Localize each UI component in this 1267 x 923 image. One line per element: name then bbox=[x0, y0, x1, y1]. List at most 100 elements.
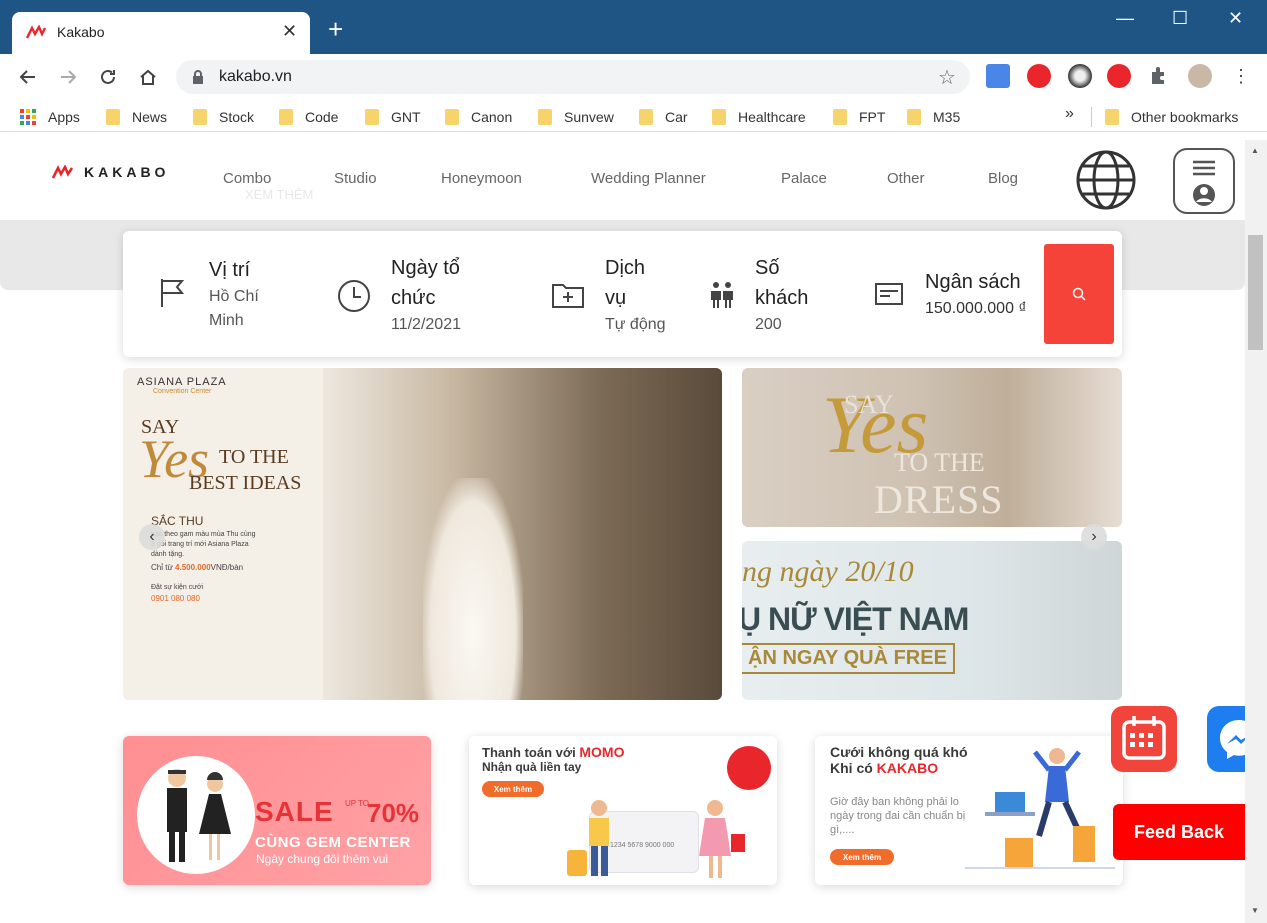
minimize-icon[interactable]: — bbox=[1116, 8, 1134, 29]
nav-palace[interactable]: Palace bbox=[781, 170, 827, 187]
momo-headline-prefix: Thanh toán với bbox=[482, 745, 576, 760]
search-button[interactable] bbox=[1044, 244, 1114, 344]
nav-blog[interactable]: Blog bbox=[988, 170, 1018, 187]
dress-word: DRESS bbox=[874, 477, 1004, 522]
browser-menu-icon[interactable]: ⋮ bbox=[1232, 64, 1256, 88]
momo-decor-dot bbox=[727, 746, 771, 790]
location-field[interactable]: Vị trí Hồ Chí Minh bbox=[209, 255, 279, 333]
back-icon[interactable] bbox=[16, 65, 40, 89]
site-logo[interactable]: KAKABO bbox=[52, 164, 169, 180]
nav-studio[interactable]: Studio bbox=[334, 170, 377, 187]
hero-venue-subtitle: Convention Center bbox=[153, 388, 212, 395]
feedback-button[interactable]: Feed Back bbox=[1113, 804, 1245, 860]
maximize-icon[interactable]: ☐ bbox=[1172, 8, 1188, 29]
lock-icon bbox=[193, 70, 203, 84]
womens-day-free-gift: ẬN NGAY QUÀ FREE bbox=[742, 643, 955, 674]
bookmarks-bar: Apps News Stock Code GNT Canon Sunvew Ca… bbox=[0, 100, 1267, 132]
hero-contact: Đặt sự kiện cưới bbox=[151, 584, 204, 591]
bookmark-code[interactable]: Code bbox=[279, 107, 338, 127]
folder-icon bbox=[193, 109, 207, 125]
bookmark-stock[interactable]: Stock bbox=[193, 107, 254, 127]
guests-field[interactable]: Số khách 200 bbox=[755, 253, 825, 337]
hero-price: Chỉ từ 4.500.000VNĐ/bàn bbox=[151, 563, 243, 572]
budget-label: Ngân sách bbox=[925, 271, 1021, 293]
apps-grid-icon bbox=[20, 109, 36, 125]
folder-add-icon bbox=[552, 284, 584, 308]
scroll-thumb[interactable] bbox=[1248, 235, 1263, 350]
kakabo-see-more-button[interactable]: Xem thêm bbox=[830, 849, 894, 865]
momo-see-more-button[interactable]: Xem thêm bbox=[482, 781, 544, 797]
forward-icon[interactable] bbox=[56, 65, 80, 89]
bookmarks-overflow-button[interactable]: » bbox=[1065, 105, 1074, 123]
bookmark-other[interactable]: Other bookmarks bbox=[1105, 107, 1238, 127]
folder-icon bbox=[365, 109, 379, 125]
nav-combo[interactable]: Combo bbox=[223, 170, 271, 187]
messenger-widget-button[interactable] bbox=[1207, 706, 1245, 772]
bookmark-car[interactable]: Car bbox=[639, 107, 688, 127]
bookmark-label: Code bbox=[305, 109, 339, 125]
extensions-puzzle-icon[interactable] bbox=[1148, 64, 1172, 88]
budget-card-icon bbox=[875, 283, 903, 305]
sale-tagline: Ngày chung đôi thêm vui bbox=[256, 852, 389, 866]
service-value: Tự động bbox=[605, 316, 666, 333]
clock-icon bbox=[338, 280, 370, 312]
bookmark-canon[interactable]: Canon bbox=[445, 107, 512, 127]
url-text: kakabo.vn bbox=[219, 68, 292, 85]
dress-say: SAY bbox=[844, 390, 894, 419]
hero-banner-asiana[interactable]: ASIANA PLAZA Convention Center SAY Yes T… bbox=[123, 368, 722, 700]
bookmark-healthcare[interactable]: Healthcare bbox=[712, 107, 806, 127]
bookmark-sunvew[interactable]: Sunvew bbox=[538, 107, 614, 127]
globe-icon[interactable] bbox=[1076, 150, 1136, 210]
womens-day-title: Ụ NỮ VIỆT NAM bbox=[742, 601, 969, 637]
service-label: Dịch vụ bbox=[605, 257, 646, 309]
web-page: KAKABO XEM THÊM Combo Studio Honeymoon W… bbox=[0, 140, 1245, 923]
extension-icon[interactable] bbox=[1068, 64, 1092, 88]
translate-extension-icon[interactable] bbox=[986, 64, 1010, 88]
address-bar[interactable]: kakabo.vn ☆ bbox=[176, 60, 970, 94]
budget-field[interactable]: Ngân sách 150.000.000 ₫ bbox=[925, 267, 1027, 321]
tab-close-icon[interactable]: ✕ bbox=[282, 21, 297, 42]
hero-best-ideas: BEST IDEAS bbox=[189, 472, 302, 494]
womens-day-banner[interactable]: ng ngày 20/10 Ụ NỮ VIỆT NAM ẬN NGAY QUÀ … bbox=[742, 541, 1122, 700]
tab-title: Kakabo bbox=[57, 24, 105, 40]
bookmark-label: Car bbox=[665, 109, 688, 125]
scroll-down-arrow-icon[interactable]: ▼ bbox=[1251, 906, 1259, 915]
bookmark-apps[interactable]: Apps bbox=[20, 107, 80, 127]
red-extension-icon[interactable] bbox=[1107, 64, 1131, 88]
sale-promo-card[interactable]: SALE UP TO 70% CÙNG GEM CENTER Ngày chun… bbox=[123, 736, 431, 885]
home-icon[interactable] bbox=[136, 65, 160, 89]
page-scrollbar[interactable]: ▲ ▼ bbox=[1245, 140, 1267, 923]
bookmark-news[interactable]: News bbox=[106, 107, 167, 127]
bookmark-m35[interactable]: M35 bbox=[907, 107, 960, 127]
bookmark-label: Apps bbox=[48, 109, 80, 125]
calendar-widget-button[interactable] bbox=[1111, 706, 1177, 772]
momo-promo-card[interactable]: Thanh toán với MOMO Nhận quà liền tay Xe… bbox=[469, 736, 777, 885]
nav-wedding-planner[interactable]: Wedding Planner bbox=[591, 170, 706, 187]
scroll-up-arrow-icon[interactable]: ▲ bbox=[1251, 146, 1259, 155]
guests-icon bbox=[711, 282, 733, 308]
new-tab-button[interactable]: + bbox=[328, 16, 343, 42]
user-menu-button[interactable] bbox=[1173, 148, 1235, 214]
browser-tab[interactable]: Kakabo ✕ bbox=[12, 12, 310, 54]
bookmark-label: Other bookmarks bbox=[1131, 109, 1239, 125]
shopper-man-icon bbox=[567, 800, 609, 876]
sale-word: SALE bbox=[255, 796, 334, 827]
reload-icon[interactable] bbox=[96, 65, 120, 89]
adblock-extension-icon[interactable] bbox=[1027, 64, 1051, 88]
carousel-prev-button[interactable]: ‹ bbox=[139, 524, 165, 550]
kakabo-promo-card[interactable]: Cưới không quá khó Khi có KAKABO Giờ đây… bbox=[815, 736, 1123, 885]
bookmark-fpt[interactable]: FPT bbox=[833, 107, 885, 127]
service-field[interactable]: Dịch vụ Tự động bbox=[605, 253, 666, 337]
nav-other[interactable]: Other bbox=[887, 170, 925, 187]
bookmark-star-icon[interactable]: ☆ bbox=[938, 65, 956, 90]
date-field[interactable]: Ngày tổ chức 11/2/2021 bbox=[391, 253, 491, 337]
dress-banner[interactable]: Yes SAY TO THE DRESS bbox=[742, 368, 1122, 527]
shopper-woman-icon bbox=[699, 800, 745, 878]
bookmark-gnt[interactable]: GNT bbox=[365, 107, 421, 127]
profile-avatar[interactable] bbox=[1188, 64, 1212, 88]
carousel-next-button[interactable]: › bbox=[1081, 524, 1107, 550]
location-value: Hồ Chí Minh bbox=[209, 288, 259, 329]
nav-honeymoon[interactable]: Honeymoon bbox=[441, 170, 522, 187]
window-close-icon[interactable]: ✕ bbox=[1228, 8, 1243, 29]
browser-titlebar: Kakabo ✕ + — ☐ ✕ bbox=[0, 0, 1267, 54]
